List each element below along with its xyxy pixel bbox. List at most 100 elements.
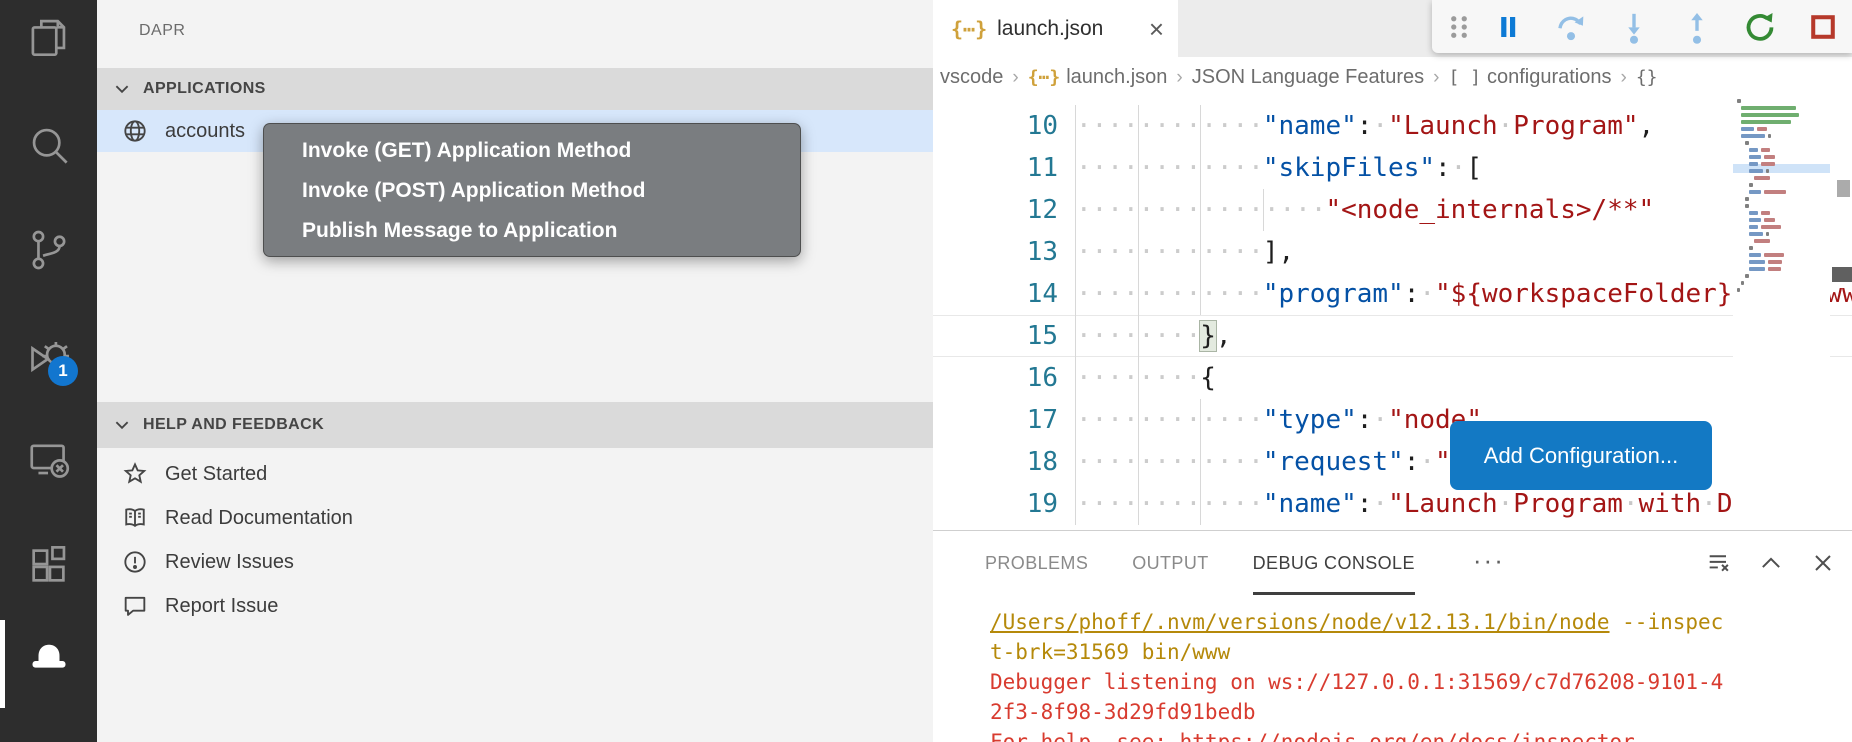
minimap-row (1733, 203, 1830, 210)
minimap-bar (1766, 232, 1769, 236)
minimap-bar (1745, 197, 1749, 201)
breadcrumb-separator: › (1433, 67, 1439, 89)
code-line[interactable]: 11············"skipFiles":·[ (933, 147, 1852, 189)
menu-item[interactable]: Invoke (GET) Application Method (264, 131, 800, 171)
help-item-review-issues[interactable]: Review Issues (97, 540, 933, 584)
breadcrumb-separator: › (1012, 67, 1018, 89)
breadcrumb-item[interactable]: {} (1636, 67, 1664, 88)
breadcrumb-item[interactable]: JSON Language Features (1192, 66, 1424, 89)
more-actions-icon[interactable]: ··· (1473, 531, 1505, 595)
minimap-bar (1745, 274, 1749, 278)
json-icon: {⋯} (1028, 67, 1061, 88)
panel-tab-output[interactable]: OUTPUT (1132, 531, 1208, 595)
pause-button[interactable] (1491, 10, 1525, 44)
help-item-label: Report Issue (165, 595, 278, 618)
code-editor[interactable]: 10············"name":·"Launch·Program",1… (933, 98, 1852, 530)
help-item-read-documentation[interactable]: Read Documentation (97, 496, 933, 540)
console-link[interactable]: /Users/phoff/.nvm/versions/node/v12.13.1… (990, 610, 1610, 634)
debug-console-output: /Users/phoff/.nvm/versions/node/v12.13.1… (990, 607, 1726, 742)
step-into-button[interactable] (1617, 10, 1651, 44)
close-panel-icon[interactable] (1808, 548, 1838, 578)
minimap-row (1733, 133, 1830, 140)
code-token: , (1216, 321, 1232, 351)
breadcrumb: vscode › {⋯}launch.json › JSON Language Feat… (933, 57, 1852, 98)
minimap-bar (1749, 232, 1763, 236)
code-line[interactable]: 16········{ (933, 357, 1852, 399)
step-out-button[interactable] (1680, 10, 1714, 44)
object-icon: {} (1636, 67, 1658, 88)
breadcrumb-item[interactable]: [ ]configurations (1448, 66, 1611, 89)
restart-button[interactable] (1743, 10, 1777, 44)
minimap-bar (1761, 211, 1770, 215)
indent-guide: ···· (1138, 483, 1201, 525)
stop-button[interactable] (1806, 10, 1840, 44)
minimap[interactable] (1733, 98, 1830, 530)
code-line[interactable]: 10············"name":·"Launch·Program", (933, 105, 1852, 147)
minimap-slider[interactable] (1837, 180, 1850, 197)
line-number: 13 (933, 231, 1073, 273)
dapr-icon[interactable] (0, 631, 97, 679)
indent-guide: ···· (1075, 315, 1138, 357)
source-control-icon[interactable] (0, 226, 97, 274)
search-icon[interactable] (0, 121, 97, 169)
minimap-bar (1761, 148, 1770, 152)
remote-explorer-icon[interactable] (0, 436, 97, 484)
code-line-text: ········{ (1075, 357, 1216, 399)
code-token: "program" (1263, 279, 1404, 309)
line-number: 18 (933, 441, 1073, 483)
code-line[interactable]: 15········}, (933, 315, 1852, 357)
indent-guide: ···· (1075, 105, 1138, 147)
indent-guide: ···· (1138, 189, 1201, 231)
indent-guide: ···· (1138, 315, 1201, 357)
code-line[interactable]: 13············], (933, 231, 1852, 273)
issue-icon (121, 548, 149, 576)
minimap-row (1733, 266, 1830, 273)
minimap-bar (1737, 99, 1741, 103)
code-token: } (1200, 321, 1216, 351)
tab-launch-json[interactable]: {⋯} launch.json × (933, 0, 1178, 57)
minimap-row (1733, 126, 1830, 133)
section-help-and-feedback[interactable]: HELP AND FEEDBACK (97, 402, 933, 448)
minimap-bar (1764, 218, 1775, 222)
console-link[interactable]: https://nodejs.org/en/docs/inspector (1180, 730, 1635, 742)
panel-tab-debug-console[interactable]: DEBUG CONSOLE (1253, 531, 1415, 595)
minimap-bar (1761, 162, 1775, 166)
comment-icon (121, 592, 149, 620)
step-over-button[interactable] (1554, 10, 1588, 44)
code-line[interactable]: 18············"request":·"launch", (933, 441, 1852, 483)
minimap-row (1733, 280, 1830, 287)
code-line[interactable]: 14············"program":·"${workspaceFol… (933, 273, 1852, 315)
code-token: "<node_internals>/**" (1325, 195, 1654, 225)
section-applications[interactable]: APPLICATIONS (97, 68, 933, 110)
editor-scrollbar-thumb[interactable] (1832, 267, 1852, 282)
code-line-text: ········}, (1075, 315, 1232, 357)
menu-item[interactable]: Publish Message to Application (264, 211, 800, 251)
panel-tab-problems[interactable]: PROBLEMS (985, 531, 1088, 595)
code-line-text: ············"name":·"Launch·Program", (1075, 105, 1654, 147)
menu-item[interactable]: Invoke (POST) Application Method (264, 171, 800, 211)
minimap-row (1733, 196, 1830, 203)
indent-guide: ···· (1263, 189, 1326, 231)
code-line[interactable]: 19············"name":·"Launch·Program·wi… (933, 483, 1852, 525)
minimap-bar (1749, 253, 1761, 257)
minimap-row (1733, 224, 1830, 231)
explorer-icon[interactable] (0, 14, 97, 62)
activity-bar: 1 (0, 0, 97, 742)
breadcrumb-item[interactable]: vscode (940, 66, 1003, 89)
clear-console-icon[interactable] (1704, 548, 1734, 578)
minimap-row (1733, 119, 1830, 126)
extensions-icon[interactable] (0, 541, 97, 589)
whitespace-dot: · (1372, 489, 1388, 519)
globe-icon (121, 117, 149, 145)
maximize-panel-icon[interactable] (1756, 548, 1786, 578)
add-configuration-button[interactable]: Add Configuration... (1450, 421, 1712, 490)
sidebar-dapr: DAPR APPLICATIONS accounts Invoke (GET) … (97, 0, 933, 742)
breadcrumb-item[interactable]: {⋯}launch.json (1028, 66, 1168, 89)
help-item-report-issue[interactable]: Report Issue (97, 584, 933, 628)
close-tab-icon[interactable]: × (1149, 16, 1164, 42)
code-line[interactable]: 17············"type":·"node", (933, 399, 1852, 441)
help-item-get-started[interactable]: Get Started (97, 452, 933, 496)
code-token: , (1639, 111, 1655, 141)
drag-handle-icon[interactable] (1442, 10, 1476, 44)
code-line[interactable]: 12················"<node_internals>/**" (933, 189, 1852, 231)
